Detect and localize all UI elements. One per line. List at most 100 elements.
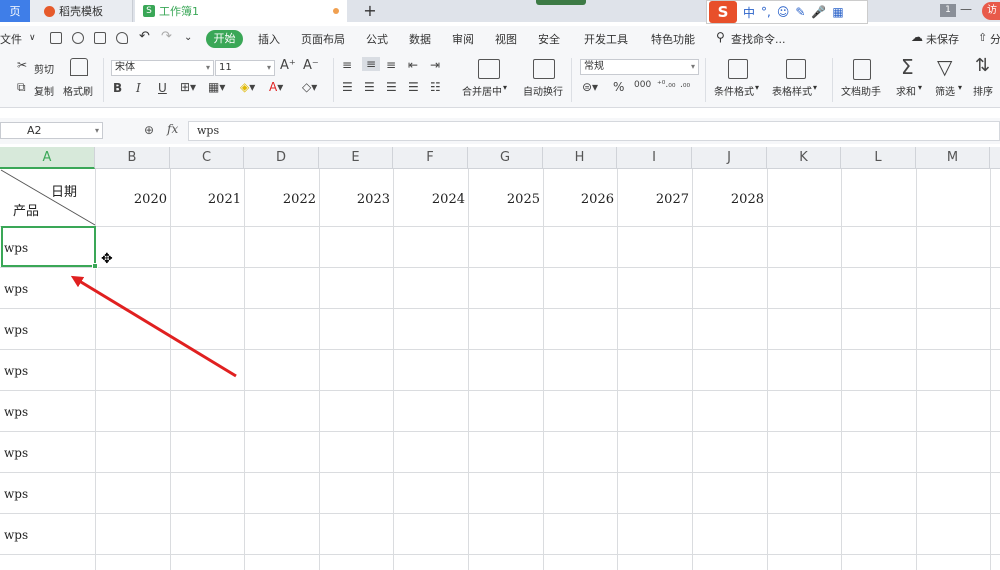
filter-button[interactable]: 筛选 bbox=[935, 83, 955, 98]
column-header-L[interactable]: L bbox=[841, 147, 916, 169]
print-preview-icon[interactable] bbox=[116, 32, 128, 44]
menu-special-features[interactable]: 特色功能 bbox=[651, 31, 695, 47]
save-icon[interactable] bbox=[50, 32, 62, 44]
quick-access-more-icon[interactable]: ⌄ bbox=[184, 32, 192, 43]
conditional-format-button[interactable]: 条件格式 bbox=[714, 83, 754, 98]
number-format-select[interactable]: 常规 ▾ bbox=[580, 59, 699, 75]
borders-icon[interactable]: ⊞▾ bbox=[180, 80, 196, 94]
print-icon[interactable] bbox=[94, 32, 106, 44]
indent-decrease-icon[interactable]: ⇤ bbox=[408, 58, 418, 72]
zoom-formula-icon[interactable]: ⊕ bbox=[144, 123, 154, 137]
clear-format-icon[interactable]: ◇▾ bbox=[302, 80, 317, 94]
ime-punctuation-icon[interactable]: °, bbox=[761, 5, 771, 19]
tab-workbook[interactable]: S 工作簿1 bbox=[135, 0, 347, 22]
command-search[interactable]: 查找命令... bbox=[731, 31, 786, 47]
menu-developer[interactable]: 开发工具 bbox=[584, 31, 628, 47]
merge-center-icon[interactable] bbox=[478, 59, 500, 79]
ime-voice-icon[interactable]: 🎤 bbox=[811, 5, 826, 19]
thousands-icon[interactable]: 000 bbox=[634, 80, 651, 90]
name-box[interactable]: A2 ▾ bbox=[0, 122, 103, 139]
user-avatar-button[interactable]: 访 bbox=[982, 2, 1000, 20]
increase-decimal-icon[interactable]: ⁺⁰.₀₀ bbox=[657, 80, 675, 90]
justify-icon[interactable]: ☰ bbox=[408, 80, 419, 94]
column-header-F[interactable]: F bbox=[393, 147, 468, 169]
tab-template[interactable]: 稻壳模板 bbox=[30, 0, 133, 22]
copy-icon[interactable]: ⧉ bbox=[17, 80, 26, 95]
ime-toolbox-icon[interactable]: ▦ bbox=[832, 5, 843, 19]
year-cell-2025[interactable]: 2025 bbox=[468, 192, 540, 208]
conditional-format-icon[interactable] bbox=[728, 59, 748, 79]
table-row[interactable]: wps bbox=[4, 487, 28, 501]
align-top-icon[interactable]: ≡ bbox=[342, 58, 352, 72]
year-cell-2027[interactable]: 2027 bbox=[617, 192, 689, 208]
menu-security[interactable]: 安全 bbox=[538, 31, 560, 47]
cut-button[interactable]: 剪切 bbox=[34, 61, 54, 76]
filter-icon[interactable]: ▽ bbox=[937, 55, 952, 79]
decrease-font-icon[interactable]: A⁻ bbox=[303, 58, 319, 73]
percent-icon[interactable]: % bbox=[613, 80, 624, 94]
redo-icon[interactable]: ↷ bbox=[161, 29, 172, 44]
chevron-down-icon[interactable]: ▾ bbox=[958, 83, 962, 92]
window-drag-handle[interactable] bbox=[536, 0, 586, 5]
chevron-down-icon[interactable]: ▾ bbox=[503, 83, 507, 92]
year-cell-2023[interactable]: 2023 bbox=[319, 192, 390, 208]
insert-function-button[interactable]: fx bbox=[167, 122, 178, 136]
wrap-text-icon[interactable] bbox=[533, 59, 555, 79]
menu-file[interactable]: 文件 bbox=[0, 31, 22, 47]
indent-increase-icon[interactable]: ⇥ bbox=[430, 58, 440, 72]
format-painter-button[interactable]: 格式刷 bbox=[63, 83, 93, 98]
menu-review[interactable]: 审阅 bbox=[452, 31, 474, 47]
fill-color-icon[interactable]: ◈▾ bbox=[240, 80, 255, 94]
bold-icon[interactable]: B bbox=[113, 81, 122, 95]
merge-center-button[interactable]: 合并居中 bbox=[462, 83, 502, 98]
align-right-icon[interactable]: ☰ bbox=[386, 80, 397, 94]
column-header-I[interactable]: I bbox=[617, 147, 692, 169]
year-cell-2028[interactable]: 2028 bbox=[692, 192, 764, 208]
copy-button[interactable]: 复制 bbox=[34, 83, 54, 98]
column-header-J[interactable]: J bbox=[692, 147, 767, 169]
menu-insert[interactable]: 插入 bbox=[258, 31, 280, 47]
doc-assistant-button[interactable]: 文档助手 bbox=[841, 83, 881, 98]
align-center-icon[interactable]: ☰ bbox=[364, 80, 375, 94]
underline-icon[interactable]: U bbox=[158, 81, 167, 95]
table-row[interactable]: wps bbox=[4, 405, 28, 419]
table-style-button[interactable]: 表格样式 bbox=[772, 83, 812, 98]
font-size-select[interactable]: 11 ▾ bbox=[215, 60, 275, 76]
menu-file-chevron-icon[interactable]: ∨ bbox=[29, 33, 36, 43]
currency-icon[interactable]: ⊜▾ bbox=[582, 80, 598, 94]
ime-emoji-icon[interactable]: ☺ bbox=[777, 5, 790, 19]
menu-data[interactable]: 数据 bbox=[409, 31, 431, 47]
menu-view[interactable]: 视图 bbox=[495, 31, 517, 47]
formula-input[interactable]: wps bbox=[188, 121, 1000, 141]
unsaved-status[interactable]: 未保存 bbox=[926, 31, 959, 47]
search-icon[interactable]: ⚲ bbox=[716, 30, 725, 44]
increase-font-icon[interactable]: A⁺ bbox=[280, 58, 296, 73]
table-row[interactable]: wps bbox=[4, 528, 28, 542]
sort-icon[interactable]: ⇅ bbox=[975, 55, 990, 76]
scissors-icon[interactable]: ✂ bbox=[17, 58, 27, 72]
export-icon[interactable] bbox=[72, 32, 84, 44]
align-middle-icon[interactable]: ≡ bbox=[362, 57, 380, 71]
year-cell-2026[interactable]: 2026 bbox=[543, 192, 614, 208]
chevron-down-icon[interactable]: ▾ bbox=[918, 83, 922, 92]
format-painter-icon[interactable] bbox=[70, 58, 88, 76]
share-button[interactable]: 分 bbox=[990, 31, 1000, 47]
column-header-H[interactable]: H bbox=[543, 147, 617, 169]
column-header-E[interactable]: E bbox=[319, 147, 393, 169]
chevron-down-icon[interactable]: ▾ bbox=[755, 83, 759, 92]
menu-page-layout[interactable]: 页面布局 bbox=[301, 31, 345, 47]
share-icon[interactable]: ⇧ bbox=[978, 31, 987, 44]
column-header-G[interactable]: G bbox=[468, 147, 543, 169]
wrap-text-button[interactable]: 自动换行 bbox=[523, 83, 563, 98]
ime-mode-chinese[interactable]: 中 bbox=[743, 4, 755, 21]
table-style-icon[interactable] bbox=[786, 59, 806, 79]
chevron-down-icon[interactable]: ▾ bbox=[813, 83, 817, 92]
align-bottom-icon[interactable]: ≡ bbox=[386, 58, 396, 72]
tab-home[interactable]: 页 bbox=[0, 0, 30, 22]
new-tab-button[interactable]: + bbox=[360, 2, 380, 20]
column-header-M[interactable]: M bbox=[916, 147, 990, 169]
menu-formulas[interactable]: 公式 bbox=[366, 31, 388, 47]
font-color-icon[interactable]: A▾ bbox=[269, 80, 283, 94]
column-header-K[interactable]: K bbox=[767, 147, 841, 169]
minimize-button[interactable]: — bbox=[960, 2, 972, 20]
